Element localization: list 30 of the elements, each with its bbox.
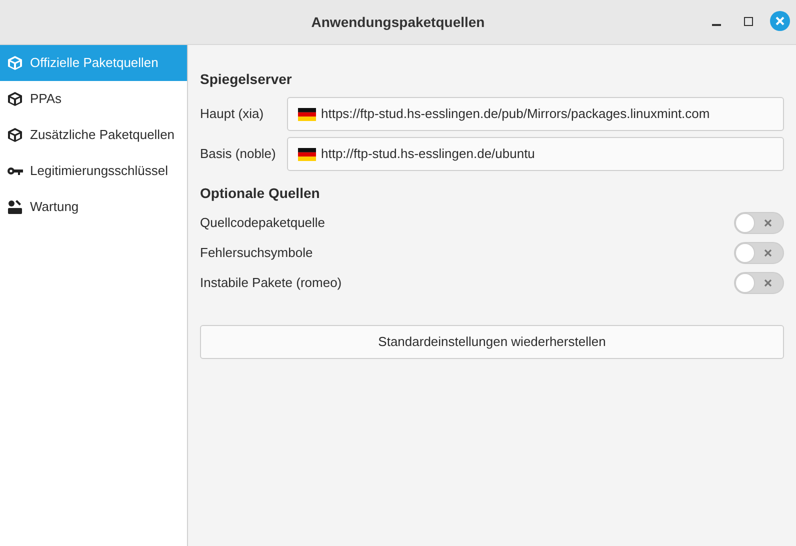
package-icon bbox=[7, 127, 23, 143]
option-label: Fehlersuchsymbole bbox=[200, 244, 313, 262]
window-title: Anwendungspaketquellen bbox=[311, 12, 485, 32]
package-icon bbox=[7, 91, 23, 107]
germany-flag-icon bbox=[298, 148, 316, 160]
sidebar-item[interactable]: Legitimierungsschlüssel bbox=[0, 153, 187, 189]
germany-flag-icon bbox=[298, 108, 316, 120]
toggle-switch[interactable] bbox=[734, 212, 784, 234]
toolbox-icon bbox=[7, 199, 23, 215]
restore-defaults-button[interactable]: Standardeinstellungen wiederherstellen bbox=[200, 325, 784, 359]
sidebar-item[interactable]: Zusätzliche Paketquellen bbox=[0, 117, 187, 153]
cross-icon bbox=[764, 279, 772, 287]
field-label: Haupt (xia) bbox=[200, 105, 265, 124]
option-label: Instabile Pakete (romeo) bbox=[200, 274, 342, 292]
toggle-switch[interactable] bbox=[734, 272, 784, 294]
field-label: Basis (noble) bbox=[200, 145, 277, 164]
close-icon bbox=[775, 16, 785, 26]
section-heading: Optionale Quellen bbox=[200, 184, 321, 203]
option-label: Quellcodepaketquelle bbox=[200, 214, 326, 232]
mirror-button[interactable]: https://ftp-stud.hs-esslingen.de/pub/Mirrors/packages.linuxmint.com bbox=[287, 97, 784, 131]
cross-icon bbox=[764, 249, 772, 257]
sidebar-item[interactable]: PPAs bbox=[0, 81, 187, 117]
mirror-button[interactable]: http://ftp-stud.hs-esslingen.de/ubuntu bbox=[287, 137, 784, 171]
key-icon bbox=[7, 166, 23, 176]
package-icon bbox=[7, 55, 23, 71]
toggle-switch[interactable] bbox=[734, 242, 784, 264]
sidebar-item[interactable]: Wartung bbox=[0, 189, 187, 225]
section-heading: Spiegelserver bbox=[200, 70, 293, 89]
close-button[interactable] bbox=[770, 11, 790, 31]
cross-icon bbox=[764, 219, 772, 227]
